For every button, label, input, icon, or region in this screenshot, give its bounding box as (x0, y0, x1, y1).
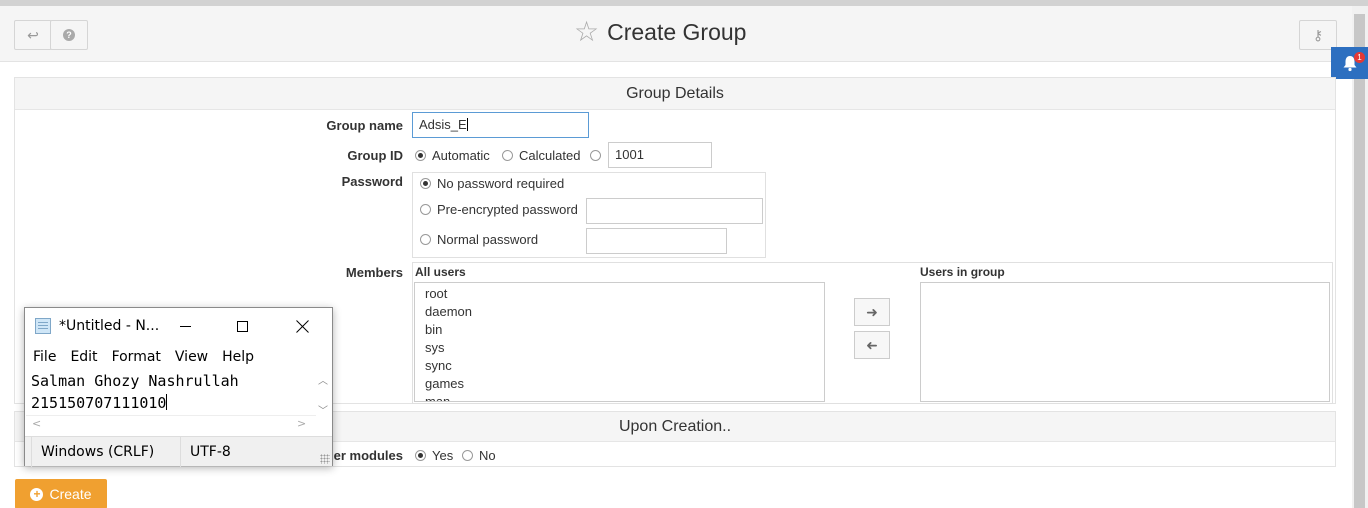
preencrypted-password-input[interactable] (586, 198, 763, 224)
encoding-status: UTF-8 (190, 444, 231, 460)
password-normal-radio[interactable] (420, 234, 431, 245)
password-none-radio[interactable] (420, 178, 431, 189)
notepad-statusbar: Windows (CRLF) UTF-8 (25, 436, 332, 467)
scroll-down-icon[interactable]: ﹀ (318, 402, 328, 417)
other-modules-no-label: No (479, 448, 496, 463)
notepad-vertical-scrollbar[interactable]: ︿ ﹀ (315, 370, 332, 422)
menu-format[interactable]: Format (104, 346, 167, 368)
other-modules-no-option[interactable]: No (462, 448, 496, 463)
line-ending-status: Windows (CRLF) (31, 437, 181, 467)
group-id-automatic-label: Automatic (432, 148, 490, 163)
notepad-line: 215150707111010 (31, 394, 167, 412)
page-title: Create Group (607, 18, 747, 45)
other-modules-yes-label: Yes (432, 448, 454, 463)
page-title-wrap: ☆ Create Group (574, 18, 746, 46)
all-users-list[interactable]: root daemon bin sys sync games man (414, 282, 825, 402)
password-none-label: No password required (437, 176, 565, 191)
create-button-label: Create (49, 486, 92, 502)
scroll-left-icon[interactable]: < (32, 417, 41, 430)
password-label: Password (341, 174, 403, 189)
close-button[interactable] (279, 314, 325, 338)
notepad-horizontal-scrollbar[interactable]: < > (26, 415, 316, 433)
group-name-label: Group name (326, 118, 403, 133)
page-header: ↩ ? ☆ Create Group ⚷ (0, 6, 1352, 62)
users-in-group-list[interactable] (920, 282, 1330, 402)
notepad-title: *Untitled - N... (59, 318, 160, 334)
notepad-app-icon (35, 318, 51, 334)
all-users-label: All users (415, 265, 466, 279)
password-normal-label: Normal password (437, 232, 539, 247)
back-arrow-icon: ↩ (27, 26, 39, 43)
scroll-up-icon[interactable]: ︿ (318, 372, 328, 387)
page-scrollbar[interactable] (1352, 6, 1368, 508)
group-id-custom-radio[interactable] (590, 150, 601, 161)
group-id-value: 1001 (615, 147, 644, 162)
notepad-text-area[interactable]: Salman Ghozy Nashrullah 215150707111010 (31, 370, 311, 414)
group-name-input[interactable]: Adsis_E (412, 112, 589, 138)
group-id-label: Group ID (347, 148, 403, 163)
notepad-window[interactable]: *Untitled - N... File Edit Format View H… (24, 307, 333, 467)
menu-view[interactable]: View (167, 346, 214, 368)
create-button[interactable]: + Create (15, 479, 107, 508)
list-item[interactable]: man (415, 393, 824, 401)
notification-badge: 1 (1354, 52, 1365, 63)
arrow-left-icon: ➜ (866, 336, 878, 353)
group-id-calculated-label: Calculated (519, 148, 581, 163)
group-id-calculated-option[interactable]: Calculated (502, 148, 580, 163)
password-preencrypted-radio[interactable] (420, 204, 431, 215)
notepad-line: Salman Ghozy Nashrullah (31, 372, 239, 390)
other-modules-yes-option[interactable]: Yes (415, 448, 453, 463)
plus-circle-icon: + (30, 487, 44, 501)
notification-button[interactable]: 1 (1331, 47, 1368, 79)
resize-grip-icon[interactable] (320, 454, 330, 464)
users-in-group-label: Users in group (920, 265, 1005, 279)
menu-help[interactable]: Help (214, 346, 260, 368)
group-name-value: Adsis_E (419, 117, 467, 132)
key-button[interactable]: ⚷ (1299, 20, 1337, 50)
text-caret (466, 118, 468, 131)
favorite-star-icon[interactable]: ☆ (574, 18, 599, 46)
other-modules-no-radio[interactable] (462, 450, 473, 461)
close-icon (295, 319, 309, 333)
minimize-icon (179, 325, 191, 327)
remove-member-button[interactable]: ➜ (854, 331, 890, 359)
group-id-automatic-radio[interactable] (415, 150, 426, 161)
list-item[interactable]: sync (415, 357, 824, 375)
group-id-input[interactable]: 1001 (608, 142, 712, 168)
add-member-button[interactable]: ➜ (854, 298, 890, 326)
minimize-button[interactable] (162, 314, 208, 338)
password-preencrypted-option[interactable]: Pre-encrypted password (420, 202, 578, 217)
notepad-titlebar[interactable]: *Untitled - N... (25, 308, 332, 344)
menu-file[interactable]: File (25, 346, 62, 368)
members-label: Members (345, 265, 403, 280)
help-icon: ? (63, 29, 75, 41)
scroll-right-icon[interactable]: > (297, 417, 306, 430)
back-button[interactable]: ↩ (14, 20, 52, 50)
help-button[interactable]: ? (50, 20, 88, 50)
page-scrollbar-thumb[interactable] (1354, 14, 1365, 508)
list-item[interactable]: games (415, 375, 824, 393)
notepad-menubar: File Edit Format View Help (25, 346, 332, 368)
password-preencrypted-label: Pre-encrypted password (437, 202, 578, 217)
group-details-heading: Group Details (15, 78, 1335, 110)
list-item[interactable]: root (415, 285, 824, 303)
password-normal-option[interactable]: Normal password (420, 232, 538, 247)
maximize-icon (236, 320, 248, 332)
password-none-option[interactable]: No password required (420, 176, 564, 191)
other-modules-yes-radio[interactable] (415, 450, 426, 461)
key-icon: ⚷ (1312, 26, 1324, 43)
normal-password-input[interactable] (586, 228, 727, 254)
group-id-calculated-radio[interactable] (502, 150, 513, 161)
group-id-automatic-option[interactable]: Automatic (415, 148, 490, 163)
list-item[interactable]: daemon (415, 303, 824, 321)
menu-edit[interactable]: Edit (62, 346, 103, 368)
arrow-right-icon: ➜ (866, 303, 878, 320)
text-caret (166, 394, 168, 410)
list-item[interactable]: bin (415, 321, 824, 339)
list-item[interactable]: sys (415, 339, 824, 357)
maximize-button[interactable] (219, 314, 265, 338)
